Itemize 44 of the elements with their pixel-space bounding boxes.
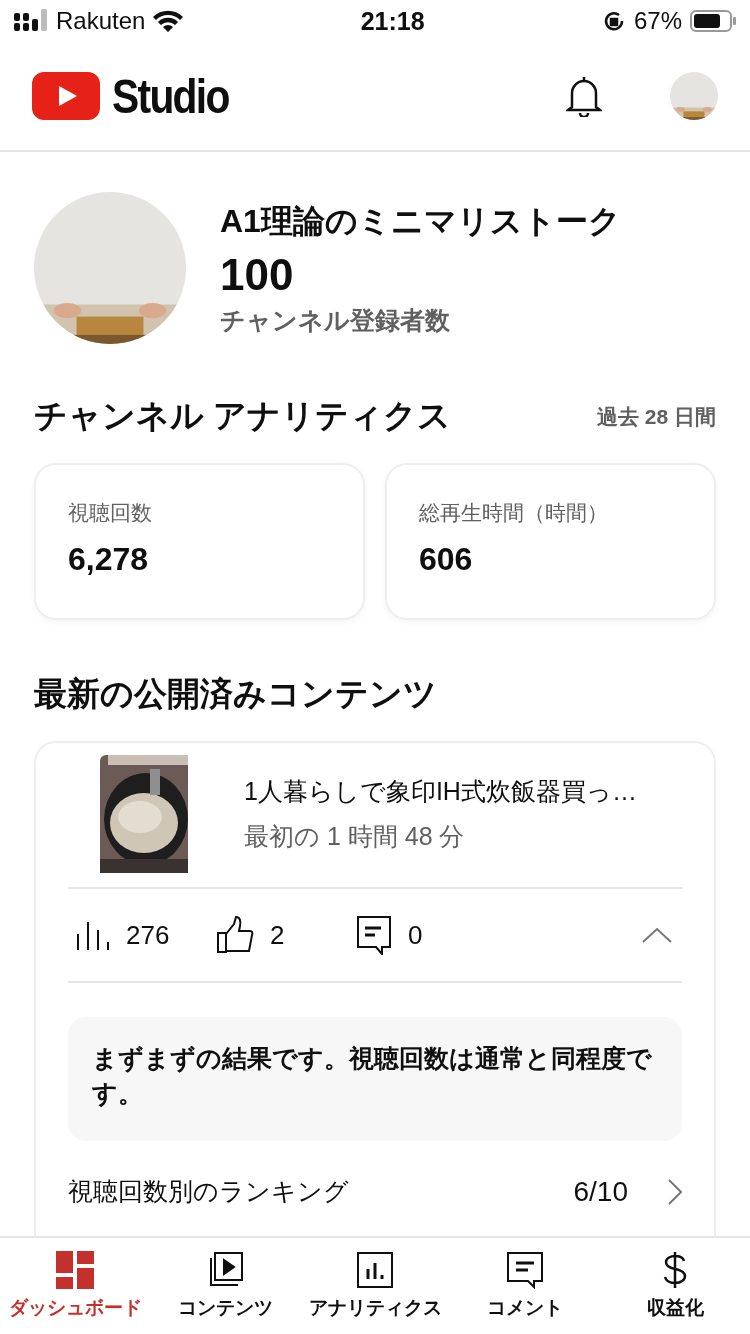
- battery-percent: 67%: [633, 7, 682, 35]
- bell-icon[interactable]: [566, 75, 602, 117]
- metric-value: 6,278: [68, 541, 150, 578]
- comment-icon: [356, 915, 392, 955]
- ranking-value: 6/10: [573, 1175, 628, 1208]
- dashboard-icon: [56, 1251, 94, 1289]
- chevron-right-icon[interactable]: [668, 1178, 682, 1205]
- subscriber-count: 100: [220, 249, 295, 300]
- ranking-label: 視聴回数別のランキング: [68, 1176, 349, 1207]
- video-time: 最初の 1 時間 48 分: [244, 821, 466, 852]
- metric-value: 606: [419, 541, 474, 578]
- thumbs-up-icon: [216, 916, 254, 954]
- clock-time: 21:18: [360, 6, 425, 36]
- logo-text: Studio: [112, 68, 229, 124]
- nav-tab[interactable]: ダッシュボード: [0, 1238, 150, 1334]
- comment-icon: [506, 1251, 544, 1289]
- avatar[interactable]: [670, 72, 718, 120]
- period-label: 過去 28 日間: [596, 403, 716, 430]
- section-title: チャンネル アナリティクス: [34, 396, 452, 436]
- nav-tab[interactable]: アナリティクス: [300, 1238, 450, 1334]
- metric-card[interactable]: 総再生時間（時間） 606: [385, 463, 716, 620]
- carrier-name: Rakuten: [56, 7, 146, 35]
- play-logo-icon: [32, 72, 100, 120]
- nav-tab[interactable]: 収益化: [600, 1238, 750, 1334]
- stat-value: 0: [408, 919, 423, 951]
- metric-label: 総再生時間（時間）: [419, 500, 609, 526]
- bar-chart-icon: [76, 920, 110, 950]
- signal-icon: [14, 9, 48, 33]
- metric-label: 視聴回数: [68, 500, 153, 526]
- section-title: 最新の公開済みコンテンツ: [34, 674, 437, 714]
- battery-icon: [690, 10, 736, 32]
- stat-value: 276: [126, 919, 170, 951]
- insight-message: まずまずの結果です。視聴回数は通常と同程度です。: [68, 1017, 682, 1141]
- video-title[interactable]: 1人暮らしで象印IH式炊飯器買っ…: [244, 775, 637, 808]
- bar-chart-icon: [356, 1251, 394, 1289]
- metric-card[interactable]: 視聴回数 6,278: [34, 463, 365, 620]
- nav-tab[interactable]: コメント: [450, 1238, 600, 1334]
- chevron-up-icon[interactable]: [642, 927, 672, 943]
- wifi-icon: [153, 10, 184, 32]
- channel-name: A1理論のミニマリストーク: [220, 201, 621, 241]
- nav-tab[interactable]: コンテンツ: [150, 1238, 300, 1334]
- stat-value: 2: [270, 919, 285, 951]
- dollar-icon: [662, 1251, 688, 1289]
- subscriber-label: チャンネル登録者数: [220, 304, 451, 336]
